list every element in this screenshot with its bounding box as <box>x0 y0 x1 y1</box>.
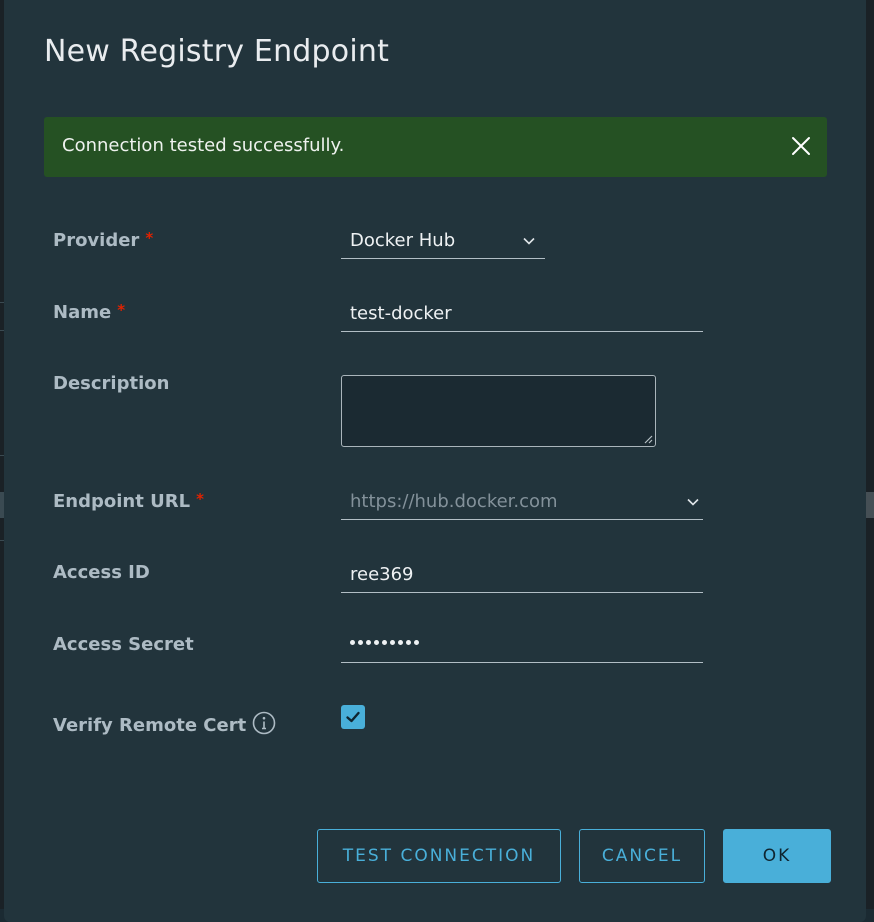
success-alert: Connection tested successfully. <box>44 117 827 177</box>
verify-remote-cert-label: Verify Remote Cert <box>53 711 276 736</box>
masked-password <box>350 640 419 645</box>
masked-char <box>398 640 403 645</box>
masked-char <box>382 640 387 645</box>
name-value: test-docker <box>350 303 452 324</box>
masked-char <box>350 640 355 645</box>
name-input[interactable]: test-docker <box>341 297 703 332</box>
chevron-down-icon[interactable] <box>686 495 700 509</box>
masked-char <box>358 640 363 645</box>
endpoint-url-label: Endpoint URL * <box>53 490 204 512</box>
masked-char <box>414 640 419 645</box>
masked-char <box>366 640 371 645</box>
backdrop-block <box>866 492 874 518</box>
endpoint-url-label-text: Endpoint URL <box>53 491 191 512</box>
masked-char <box>390 640 395 645</box>
checkmark-icon <box>346 711 360 723</box>
endpoint-url-placeholder: https://hub.docker.com <box>350 491 558 512</box>
masked-char <box>406 640 411 645</box>
required-marker: * <box>196 490 204 508</box>
name-label: Name * <box>53 301 125 323</box>
verify-remote-cert-label-text: Verify Remote Cert <box>53 715 247 736</box>
resize-grip-icon[interactable] <box>644 435 653 444</box>
masked-char <box>374 640 379 645</box>
alert-message: Connection tested successfully. <box>62 135 345 156</box>
access-secret-input[interactable] <box>341 628 703 663</box>
verify-remote-cert-checkbox[interactable] <box>341 705 365 729</box>
dialog-title: New Registry Endpoint <box>44 34 390 69</box>
required-marker: * <box>145 229 154 247</box>
ok-button[interactable]: OK <box>723 829 831 883</box>
chevron-down-icon <box>523 237 535 245</box>
test-connection-button[interactable]: TEST CONNECTION <box>317 829 561 883</box>
access-id-label: Access ID <box>53 562 150 583</box>
required-marker: * <box>117 301 126 319</box>
description-label: Description <box>53 373 170 394</box>
provider-value: Docker Hub <box>350 230 456 251</box>
access-id-value: ree369 <box>350 564 414 585</box>
description-textarea[interactable] <box>341 375 656 447</box>
provider-label: Provider * <box>53 229 153 251</box>
access-id-input[interactable]: ree369 <box>341 558 703 593</box>
name-label-text: Name <box>53 302 112 323</box>
registry-endpoint-dialog: New Registry Endpoint Connection tested … <box>4 0 866 922</box>
endpoint-url-combobox[interactable]: https://hub.docker.com <box>341 485 703 520</box>
cancel-button[interactable]: CANCEL <box>579 829 705 883</box>
access-secret-label: Access Secret <box>53 634 194 655</box>
provider-label-text: Provider <box>53 230 140 251</box>
info-icon[interactable] <box>252 711 276 735</box>
provider-select[interactable]: Docker Hub <box>341 224 545 259</box>
close-icon[interactable] <box>789 134 813 158</box>
